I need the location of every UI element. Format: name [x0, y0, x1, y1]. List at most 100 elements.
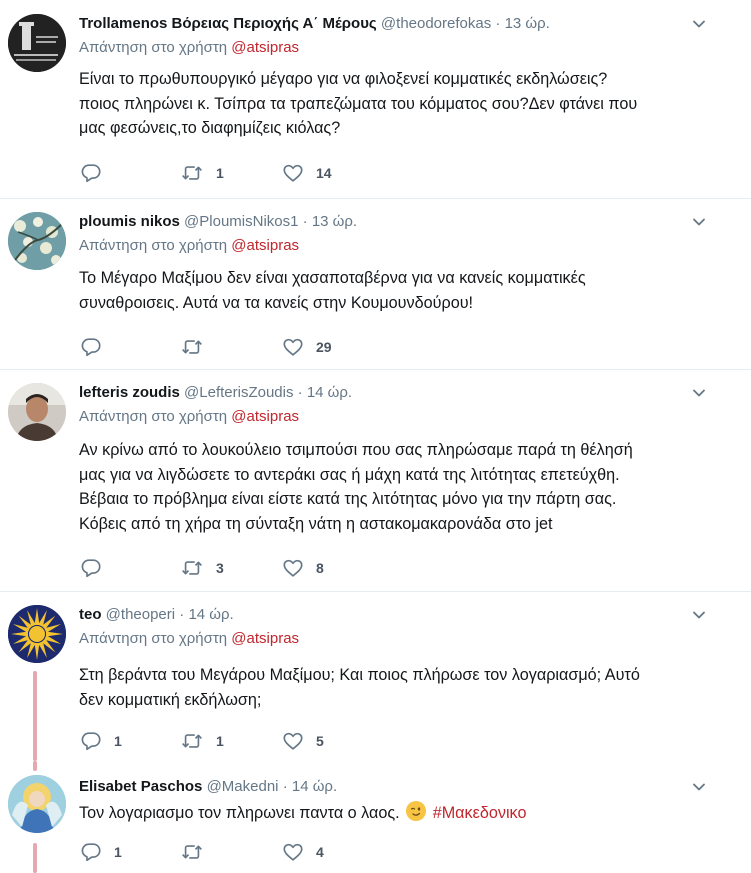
- retweet-button[interactable]: [180, 841, 216, 863]
- tweet[interactable]: Trollamenos Βόρειας Περιοχής Α΄ Μέρους @…: [0, 0, 751, 199]
- tweet-text-line: Βέβαια το πρόβλημα είναι είστε κατά της …: [79, 490, 617, 508]
- reply-count: 1: [114, 844, 122, 860]
- tweet-text: Τον λογαριασμο τον πληρωνει παντα ο λαος…: [79, 801, 719, 826]
- reply-context: Απάντηση στο χρήστη @atsipras: [79, 407, 299, 427]
- avatar[interactable]: [8, 383, 66, 441]
- speech-bubble-icon: [80, 162, 102, 184]
- tweet-text-line: μας για να λιγδώσετε το αντεράκι σας ή μ…: [79, 465, 620, 484]
- tweet[interactable]: teo @theoperi · 14 ώρ. Απάντηση στο χρήσ…: [0, 591, 751, 761]
- like-button[interactable]: 5: [282, 730, 324, 752]
- retweet-button[interactable]: [180, 336, 216, 358]
- heart-icon: [282, 336, 304, 358]
- like-button[interactable]: 14: [282, 162, 332, 184]
- reply-prefix: Απάντηση στο χρήστη: [79, 39, 228, 56]
- like-count: 8: [316, 560, 324, 576]
- avatar[interactable]: [8, 212, 66, 270]
- chevron-down-icon[interactable]: [691, 779, 707, 795]
- reply-context: Απάντηση στο χρήστη @atsipras: [79, 236, 299, 256]
- like-button[interactable]: 8: [282, 557, 324, 579]
- retweet-count: 3: [216, 560, 224, 576]
- timestamp[interactable]: 13 ώρ.: [505, 15, 550, 32]
- tweet-header: Trollamenos Βόρειας Περιοχής Α΄ Μέρους @…: [79, 14, 550, 34]
- reply-button[interactable]: [80, 162, 114, 184]
- tweet-text-line: Το Μέγαρο Μαξίμου δεν είναι χασαποταβέρν…: [79, 269, 586, 287]
- like-button[interactable]: 4: [282, 841, 324, 863]
- heart-icon: [282, 162, 304, 184]
- reply-button[interactable]: 1: [80, 730, 122, 752]
- like-count: 5: [316, 733, 324, 749]
- reply-context: Απάντηση στο χρήστη @atsipras: [79, 629, 299, 649]
- reply-prefix: Απάντηση στο χρήστη: [79, 408, 228, 425]
- mention-link[interactable]: @atsipras: [231, 408, 299, 425]
- display-name[interactable]: teo: [79, 606, 102, 623]
- avatar-image: [8, 383, 66, 441]
- heart-icon: [282, 557, 304, 579]
- avatar[interactable]: [8, 775, 66, 833]
- tweet-text-line: Στη βεράντα του Μεγάρου Μαξίμου; Και ποι…: [79, 666, 640, 684]
- speech-bubble-icon: [80, 336, 102, 358]
- reply-count: 1: [114, 733, 122, 749]
- tweet-header: Elisabet Paschos @Makedni · 14 ώρ.: [79, 777, 337, 797]
- tweet-text-line: μας φεσώνεις,το διαφημίζεις κιόλας?: [79, 119, 341, 137]
- separator-dot: ·: [297, 384, 303, 401]
- user-handle[interactable]: @theodorefokas: [381, 15, 491, 32]
- tweet-text-line: Τον λογαριασμο τον πληρωνει παντα ο λαος…: [79, 804, 400, 822]
- chevron-down-icon[interactable]: [691, 16, 707, 32]
- tweet[interactable]: lefteris zoudis @LefterisZoudis · 14 ώρ.…: [0, 369, 751, 592]
- tweet-actions: 3 8: [80, 557, 380, 579]
- separator-dot: ·: [179, 606, 185, 623]
- display-name[interactable]: lefteris zoudis: [79, 384, 180, 401]
- tweet-header: lefteris zoudis @LefterisZoudis · 14 ώρ.: [79, 383, 352, 403]
- like-count: 29: [316, 339, 332, 355]
- reply-button[interactable]: [80, 557, 114, 579]
- thread-line: [33, 761, 37, 771]
- tweet[interactable]: ploumis nikos @PloumisNikos1 · 13 ώρ. Απ…: [0, 198, 751, 370]
- mention-link[interactable]: @atsipras: [231, 39, 299, 56]
- reply-button[interactable]: 1: [80, 841, 122, 863]
- hashtag-link[interactable]: #Μακεδονικο: [433, 804, 527, 822]
- separator-dot: ·: [495, 15, 501, 32]
- tweet-text: Το Μέγαρο Μαξίμου δεν είναι χασαποταβέρν…: [79, 266, 719, 315]
- display-name[interactable]: Trollamenos Βόρειας Περιοχής Α΄ Μέρους: [79, 15, 377, 32]
- tweet-header: teo @theoperi · 14 ώρ.: [79, 605, 234, 625]
- retweet-arrows-icon: [180, 730, 204, 752]
- tweet-text-line: Αν κρίνω από το λουκούλειο τσιμπούσι που…: [79, 441, 633, 459]
- display-name[interactable]: Elisabet Paschos: [79, 778, 202, 795]
- avatar-image: [8, 14, 66, 72]
- retweet-button[interactable]: 1: [180, 162, 224, 184]
- chevron-down-icon[interactable]: [691, 607, 707, 623]
- user-handle[interactable]: @PloumisNikos1: [184, 213, 298, 230]
- timestamp[interactable]: 14 ώρ.: [292, 778, 337, 795]
- display-name[interactable]: ploumis nikos: [79, 213, 180, 230]
- user-handle[interactable]: @Makedni: [207, 778, 279, 795]
- avatar-image: [8, 212, 66, 270]
- retweet-button[interactable]: 3: [180, 557, 224, 579]
- timestamp[interactable]: 13 ώρ.: [312, 213, 357, 230]
- chevron-down-icon[interactable]: [691, 214, 707, 230]
- separator-dot: ·: [282, 778, 288, 795]
- like-button[interactable]: 29: [282, 336, 332, 358]
- heart-icon: [282, 730, 304, 752]
- tweet-actions: 29: [80, 336, 380, 358]
- separator-dot: ·: [302, 213, 308, 230]
- chevron-down-icon[interactable]: [691, 385, 707, 401]
- timestamp[interactable]: 14 ώρ.: [307, 384, 352, 401]
- user-handle[interactable]: @theoperi: [106, 606, 175, 623]
- reply-button[interactable]: [80, 336, 114, 358]
- tweet-text: Αν κρίνω από το λουκούλειο τσιμπούσι που…: [79, 438, 719, 536]
- timestamp[interactable]: 14 ώρ.: [188, 606, 233, 623]
- avatar[interactable]: [8, 14, 66, 72]
- reply-context: Απάντηση στο χρήστη @atsipras: [79, 38, 299, 58]
- retweet-button[interactable]: 1: [180, 730, 224, 752]
- mention-link[interactable]: @atsipras: [231, 237, 299, 254]
- retweet-count: 1: [216, 165, 224, 181]
- speech-bubble-icon: [80, 557, 102, 579]
- tweet-text-line: Κόβεις από τη χήρα τη σύνταξη νάτη η αστ…: [79, 514, 553, 533]
- tweet-text-line: Είναι το πρωθυπουργικό μέγαρο για να φιλ…: [79, 70, 608, 88]
- tweet-text-line: δεν κομματική εκδήλωση;: [79, 690, 262, 709]
- retweet-arrows-icon: [180, 557, 204, 579]
- user-handle[interactable]: @LefterisZoudis: [184, 384, 293, 401]
- mention-link[interactable]: @atsipras: [231, 630, 299, 647]
- avatar[interactable]: [8, 605, 66, 663]
- tweet[interactable]: Elisabet Paschos @Makedni · 14 ώρ. Τον λ…: [0, 761, 751, 873]
